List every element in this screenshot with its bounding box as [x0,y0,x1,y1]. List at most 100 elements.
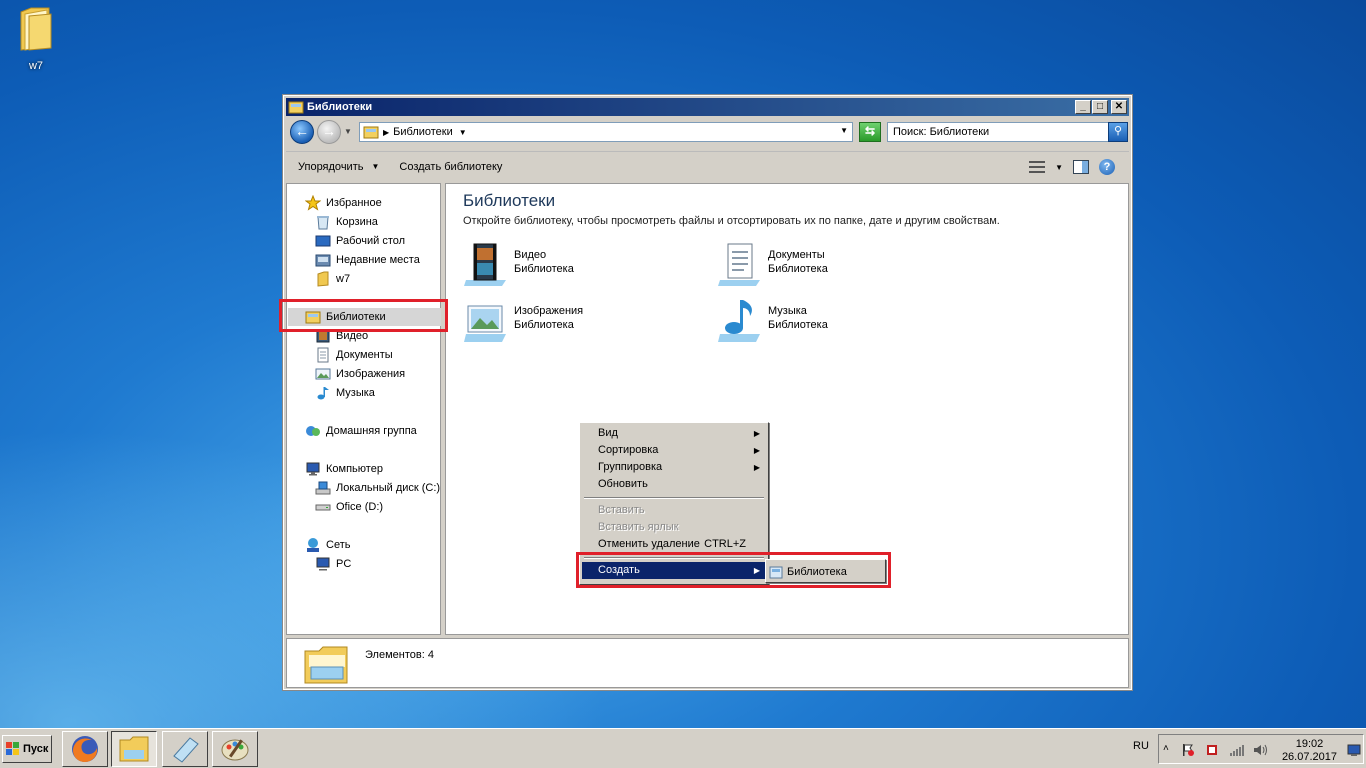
start-button[interactable]: Пуск [2,735,52,763]
address-bar[interactable]: ▶ Библиотеки ▼ ▼ [359,122,853,142]
show-hidden-icons-icon[interactable]: ˄ [1163,743,1177,757]
history-dropdown-icon[interactable]: ▼ [344,127,352,136]
desktop-icon [315,233,331,249]
libraries-icon [305,309,321,325]
nav-item-recent-places[interactable]: Недавние места [315,251,420,269]
library-name: Изображения [514,305,584,317]
window-title: Библиотеки [307,101,373,113]
paint-icon [221,739,249,761]
explorer-icon [119,736,149,762]
documents-library-icon [716,240,764,288]
show-desktop-icon[interactable] [1347,743,1361,757]
create-submenu[interactable]: Библиотека [765,559,886,583]
start-label: Пуск [23,743,49,755]
nav-item-video[interactable]: Видео [315,327,368,345]
folder-icon [19,6,53,51]
star-icon [304,194,322,211]
menu-item-sort[interactable]: Сортировка ▶ [582,442,766,459]
nav-item-desktop[interactable]: Рабочий стол [315,232,405,250]
library-name: Музыка [768,305,807,317]
change-view-icon[interactable] [1029,160,1046,174]
nav-homegroup[interactable]: Домашняя группа [305,422,417,440]
clock[interactable]: 19:02 26.07.2017 [1282,738,1337,764]
library-icon [769,565,783,579]
nav-item-recycle-bin[interactable]: Корзина [315,213,378,231]
navigation-pane: Избранное Корзина Рабочий стол Недавние … [286,183,441,635]
menu-item-refresh[interactable]: Обновить [582,476,766,493]
menu-item-view[interactable]: Вид ▶ [582,425,766,442]
action-center-flag-icon[interactable] [1181,743,1195,757]
taskbar-app-firefox[interactable] [62,731,108,767]
library-type: Библиотека [768,263,828,275]
menu-item-undo-delete[interactable]: Отменить удаление CTRL+Z [582,536,766,553]
back-button[interactable]: ← [290,120,314,144]
menu-item-paste-shortcut[interactable]: Вставить ярлык [582,519,766,536]
desktop-icon-w7[interactable]: w7 [10,6,62,72]
picture-icon [315,366,331,382]
taskbar-app-paint[interactable] [212,731,258,767]
close-button[interactable]: ✕ [1111,100,1127,114]
volume-icon[interactable] [1253,743,1267,757]
search-input[interactable]: Поиск: Библиотеки [887,122,1109,142]
nav-item-pictures[interactable]: Изображения [315,365,405,383]
libraries-icon [288,100,304,114]
menu-item-create[interactable]: Создать ▶ [582,562,766,579]
search-icon[interactable]: ⚲ [1108,122,1128,142]
organize-button[interactable]: Упорядочить ▼ [298,161,379,173]
taskbar-app-explorer[interactable] [111,731,157,767]
music-note-icon [315,385,331,401]
nav-item-pc[interactable]: PC [315,555,351,573]
shortcut-label: CTRL+Z [704,538,746,550]
nav-item-drive-d[interactable]: Ofice (D:) [315,498,383,516]
address-dropdown-icon[interactable]: ▼ [840,126,848,135]
chevron-down-icon[interactable]: ▼ [459,128,467,137]
explorer-window[interactable]: Библиотеки _ □ ✕ ← → ▼ ▶ Библиотеки ▼ ▼ … [282,94,1133,691]
menu-item-paste[interactable]: Вставить [582,502,766,519]
title-bar[interactable]: Библиотеки _ □ ✕ [286,98,1129,116]
nav-libraries[interactable]: Библиотеки [288,308,441,326]
drive-icon [315,499,331,515]
library-item-pictures[interactable]: Изображения Библиотека [462,296,583,344]
nav-computer[interactable]: Компьютер [305,460,383,478]
menu-item-group[interactable]: Группировка ▶ [582,459,766,476]
nav-network[interactable]: Сеть [305,536,350,554]
minimize-button[interactable]: _ [1075,100,1091,114]
forward-button[interactable]: → [317,120,341,144]
nav-favorites[interactable]: Избранное [304,194,382,212]
breadcrumb-libraries[interactable]: Библиотеки [393,126,453,138]
chevron-right-icon: ▶ [753,446,760,455]
video-library-icon [462,240,510,288]
maximize-button[interactable]: □ [1092,100,1108,114]
help-icon[interactable]: ? [1099,159,1115,175]
view-dropdown-icon[interactable]: ▼ [1055,163,1063,172]
taskbar-app-notepad[interactable] [162,731,208,767]
nav-item-w7[interactable]: w7 [315,270,350,288]
library-item-music[interactable]: Музыка Библиотека [716,296,828,344]
notepad-icon [173,737,199,763]
folder-icon [315,271,331,287]
refresh-button[interactable]: ⇆ [859,122,881,142]
chevron-right-icon: ▶ [753,463,760,472]
preview-pane-icon[interactable] [1073,160,1089,174]
submenu-item-library[interactable]: Библиотека [769,563,847,580]
firefox-icon [72,736,98,762]
language-indicator[interactable]: RU [1133,740,1149,752]
page-title: Библиотеки [463,191,556,210]
library-type: Библиотека [514,319,574,331]
new-library-button[interactable]: Создать библиотеку [399,161,502,173]
organize-label: Упорядочить [298,160,364,173]
menu-separator [584,497,764,499]
library-item-documents[interactable]: Документы Библиотека [716,240,828,288]
library-type: Библиотека [768,319,828,331]
context-menu[interactable]: Вид ▶ Сортировка ▶ Группировка ▶ Обновит… [579,422,769,585]
breadcrumb-arrow-icon[interactable]: ▶ [383,128,389,137]
security-icon[interactable] [1205,743,1219,757]
desktop-icon-label: w7 [28,60,44,72]
nav-item-documents[interactable]: Документы [315,346,393,364]
page-subtitle: Откройте библиотеку, чтобы просмотреть ф… [463,215,1000,227]
nav-item-local-disk-c[interactable]: Локальный диск (C:) [315,479,440,497]
library-item-video[interactable]: Видео Библиотека [462,240,574,288]
network-signal-icon[interactable] [1229,743,1244,757]
nav-item-music[interactable]: Музыка [315,384,375,402]
library-name: Документы [768,249,825,261]
